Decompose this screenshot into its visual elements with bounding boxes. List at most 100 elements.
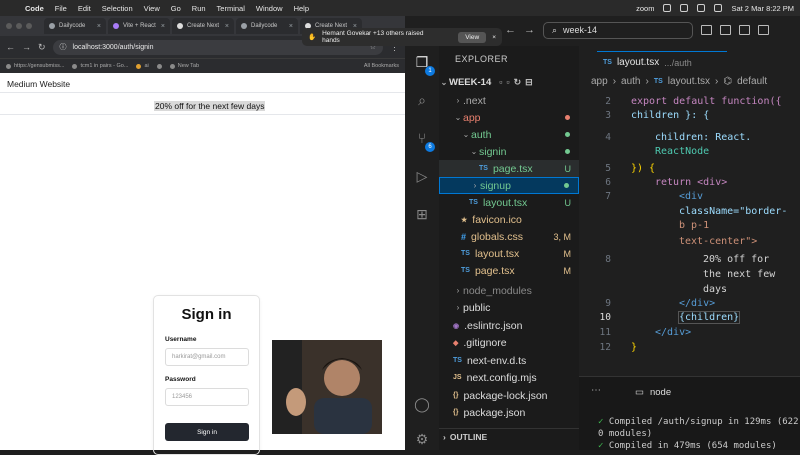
tree-item-next[interactable]: › .next — [439, 92, 579, 109]
chevron-right-icon: › — [612, 76, 617, 87]
menu-help[interactable]: Help — [294, 4, 309, 13]
bookmark-item[interactable] — [156, 63, 162, 69]
tree-item-auth-layout[interactable]: TS layout.tsx U — [439, 194, 579, 211]
tree-item-package-lock[interactable]: {} package-lock.json — [439, 387, 579, 404]
tree-item-public[interactable]: › public — [439, 299, 579, 316]
tree-item-favicon[interactable]: ★ favicon.ico — [439, 211, 579, 228]
tree-label: signin — [479, 145, 507, 158]
tree-label: next.config.mjs — [466, 371, 537, 384]
back-icon[interactable]: ← — [505, 24, 516, 36]
tree-item-signin-page[interactable]: TS page.tsx U — [439, 160, 579, 177]
menu-app-name[interactable]: Code — [25, 4, 44, 13]
menu-edit[interactable]: Edit — [78, 4, 91, 13]
menu-run[interactable]: Run — [192, 4, 206, 13]
close-icon[interactable]: × — [289, 23, 293, 30]
search-icon[interactable]: ⌕ — [414, 92, 430, 108]
bookmarks-bar: https://gensubmiss... tcm1 in pairs - Go… — [0, 58, 405, 73]
tree-item-package-json[interactable]: {} package.json — [439, 404, 579, 421]
window-zoom-button[interactable] — [26, 23, 32, 29]
tree-item-next-env[interactable]: TS next-env.d.ts — [439, 352, 579, 369]
tree-item-next-config[interactable]: JS next.config.mjs — [439, 369, 579, 386]
bookmark-item[interactable]: New Tab — [169, 63, 199, 69]
username-input[interactable]: harkirat@gmail.com — [165, 348, 249, 366]
reload-icon[interactable]: ↻ — [38, 42, 46, 53]
typescript-icon: TS — [479, 165, 488, 172]
password-input[interactable]: 123456 — [165, 388, 249, 406]
apple-icon[interactable] — [6, 4, 15, 13]
signin-button[interactable]: Sign in — [165, 423, 249, 441]
more-actions-icon[interactable]: ⋯ — [591, 385, 601, 396]
forward-icon[interactable]: → — [524, 24, 535, 36]
hand-icon: ✋ — [308, 34, 317, 41]
breadcrumb-item[interactable]: layout.tsx — [668, 76, 710, 87]
presenter-video-image — [272, 340, 382, 434]
view-button[interactable]: View — [458, 31, 487, 43]
tree-item-app[interactable]: ⌄ app — [439, 109, 579, 126]
control-center-icon[interactable] — [714, 4, 723, 12]
workspace-root[interactable]: ⌄ WEEK-14 ▫▫↻⊟ — [439, 74, 579, 91]
menu-terminal[interactable]: Terminal — [217, 4, 245, 13]
forward-icon[interactable]: → — [22, 42, 31, 52]
outline-section[interactable]: › OUTLINE — [439, 428, 579, 444]
tree-item-signin[interactable]: ⌄ signin — [439, 143, 579, 160]
breadcrumb-item[interactable]: default — [737, 76, 767, 87]
settings-gear-icon[interactable]: ⚙ — [414, 431, 430, 447]
close-icon[interactable]: × — [492, 34, 496, 41]
run-debug-icon[interactable]: ▷ — [414, 168, 430, 184]
editor-tab-layout[interactable]: TS layout.tsx .../auth — [597, 51, 727, 73]
terminal-panel[interactable]: ⋯ ▭ node ✓ Compiled /auth/signup in 129m… — [579, 376, 800, 451]
tree-item-signup[interactable]: › signup — [439, 177, 579, 194]
menu-file[interactable]: File — [55, 4, 67, 13]
site-info-icon[interactable]: ⓘ — [60, 42, 67, 52]
code-line: }) { — [631, 163, 656, 174]
account-icon[interactable]: ◯ — [414, 396, 430, 412]
git-status: M — [563, 248, 572, 259]
zoom-status[interactable]: zoom — [636, 4, 654, 13]
browser-tab[interactable]: Dailycode × — [236, 18, 298, 34]
tree-item-auth[interactable]: ⌄ auth — [439, 126, 579, 143]
explorer-actions[interactable]: ▫▫↻⊟ — [499, 77, 536, 88]
terminal-tab[interactable]: ▭ node — [635, 387, 671, 398]
menu-selection[interactable]: Selection — [102, 4, 133, 13]
browser-tab[interactable]: Dailycode × — [44, 18, 106, 34]
tree-item-app-page[interactable]: TS page.tsx M — [439, 262, 579, 279]
customize-layout-icon[interactable] — [758, 25, 769, 35]
tree-item-node-modules[interactable]: › node_modules — [439, 282, 579, 299]
extensions-icon[interactable]: ⊞ — [414, 206, 430, 222]
toggle-secondary-sidebar-icon[interactable] — [739, 25, 750, 35]
browser-tab[interactable]: Vite + React × — [108, 18, 170, 34]
tree-item-eslintrc[interactable]: ◉ .eslintrc.json — [439, 317, 579, 334]
wifi-icon[interactable] — [680, 4, 689, 12]
window-minimize-button[interactable] — [16, 23, 22, 29]
menu-window[interactable]: Window — [256, 4, 283, 13]
browser-tab[interactable]: Create Next × — [172, 18, 234, 34]
address-bar-url[interactable]: localhost:3000/auth/signin — [73, 44, 154, 51]
battery-icon[interactable] — [663, 4, 672, 12]
bookmark-item[interactable]: https://gensubmiss... — [6, 63, 64, 69]
close-icon[interactable]: × — [97, 23, 101, 30]
breadcrumb-item[interactable]: app — [591, 76, 608, 87]
bookmark-label: tcm1 in pairs - Go... — [80, 63, 129, 69]
menubar-clock[interactable]: Sat 2 Mar 8:22 PM — [731, 4, 794, 13]
star-icon: ★ — [461, 216, 468, 224]
all-bookmarks[interactable]: All Bookmarks — [364, 63, 399, 69]
command-center-search[interactable]: ⌕ week-14 — [543, 21, 693, 39]
status-dot — [564, 183, 569, 188]
toggle-panel-icon[interactable] — [720, 25, 731, 35]
menu-view[interactable]: View — [144, 4, 160, 13]
close-icon[interactable]: × — [225, 23, 229, 30]
tree-item-globals-css[interactable]: # globals.css 3, M — [439, 228, 579, 245]
window-close-button[interactable] — [6, 23, 12, 29]
tree-item-gitignore[interactable]: ◆ .gitignore — [439, 334, 579, 351]
bookmark-item[interactable]: tcm1 in pairs - Go... — [72, 63, 128, 69]
search-icon[interactable] — [697, 4, 706, 12]
menu-go[interactable]: Go — [171, 4, 181, 13]
bookmark-item[interactable]: ai — [136, 63, 149, 69]
code-line: </div> — [655, 327, 692, 338]
tree-item-app-layout[interactable]: TS layout.tsx M — [439, 245, 579, 262]
toggle-sidebar-icon[interactable] — [701, 25, 712, 35]
breadcrumb-item[interactable]: auth — [621, 76, 640, 87]
search-icon: ⌕ — [552, 24, 558, 35]
close-icon[interactable]: × — [161, 23, 165, 30]
back-icon[interactable]: ← — [6, 42, 15, 52]
